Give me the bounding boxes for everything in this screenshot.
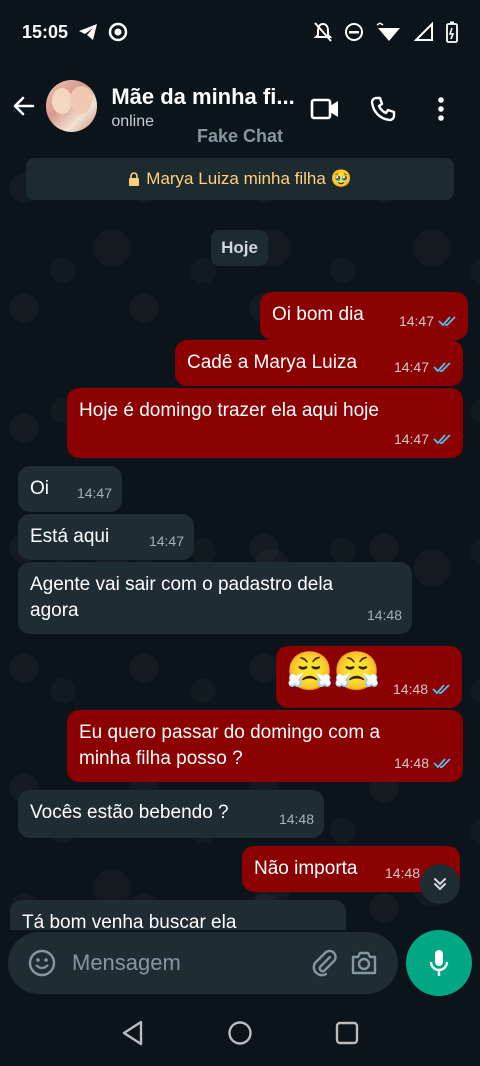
mute-icon — [314, 22, 332, 42]
nav-recents-icon[interactable] — [335, 1021, 359, 1045]
double-check-icon — [432, 684, 450, 695]
battery-icon — [446, 21, 458, 43]
message-time: 14:48 — [278, 811, 314, 827]
message-time: 14:47 — [393, 431, 429, 447]
message-time: 14:47 — [76, 485, 112, 501]
message-bubble-in[interactable]: Vocês estão bebendo ? 14:48 — [18, 790, 324, 838]
arrow-left-icon — [13, 96, 35, 116]
lock-icon — [129, 172, 140, 186]
voice-message-button[interactable] — [406, 930, 472, 996]
message-bubble-out[interactable]: Hoje é domingo trazer ela aqui hoje 14:4… — [67, 388, 463, 458]
video-call-button[interactable] — [296, 92, 354, 126]
encryption-text: Marya Luiza minha filha 🥹 — [146, 169, 352, 188]
message-bubble-out[interactable]: Cadê a Marya Luiza 14:47 — [175, 340, 463, 386]
more-vertical-icon — [438, 97, 444, 121]
message-time: 14:48 — [384, 865, 420, 881]
message-text: Agente vai sair com o padastro dela agor… — [30, 574, 334, 621]
message-bubble-in[interactable]: Agente vai sair com o padastro dela agor… — [18, 562, 412, 634]
message-bubble-out[interactable]: 😤😤 14:48 — [276, 646, 462, 708]
double-check-icon — [433, 434, 451, 445]
chat-area[interactable]: Marya Luiza minha filha 🥹 Hoje Oi bom di… — [0, 152, 480, 930]
status-time: 15:05 — [22, 21, 69, 42]
message-bubble-in[interactable]: Tá bom venha buscar ela — [10, 900, 346, 930]
date-chip: Hoje — [211, 230, 268, 266]
scroll-to-bottom-button[interactable] — [420, 864, 460, 904]
dnd-icon — [345, 23, 363, 41]
double-chevron-down-icon — [434, 878, 446, 891]
avatar[interactable] — [45, 80, 98, 132]
message-text: Está aqui — [30, 526, 110, 547]
message-time: 14:48 — [366, 607, 402, 623]
message-text: Não importa — [254, 858, 358, 879]
voice-call-button[interactable] — [354, 92, 412, 126]
phone-icon — [370, 96, 396, 122]
nav-home-icon[interactable] — [227, 1020, 253, 1046]
double-check-icon — [438, 316, 456, 327]
message-text: Hoje é domingo trazer ela aqui hoje — [79, 400, 379, 421]
message-bubble-out[interactable]: Oi bom dia 14:47 — [260, 292, 468, 340]
message-text: Oi bom dia — [272, 304, 364, 325]
record-icon — [108, 22, 128, 42]
message-text: Eu quero passar do domingo com a minha f… — [79, 722, 381, 769]
message-text: Oi — [30, 478, 49, 499]
message-time: 14:48 — [392, 681, 428, 697]
message-emoji: 😤😤 — [286, 651, 381, 693]
video-camera-icon — [310, 98, 338, 120]
watermark-label: Fake Chat — [196, 126, 284, 146]
contact-name: Mãe da minha fi... — [111, 84, 295, 109]
double-check-icon — [433, 362, 451, 373]
double-check-icon — [433, 758, 451, 769]
signal-icon — [414, 22, 433, 41]
message-text: Tá bom venha buscar ela — [22, 912, 237, 930]
nav-back-icon[interactable] — [121, 1020, 145, 1046]
emoji-button[interactable] — [22, 943, 62, 983]
camera-icon — [351, 951, 377, 975]
message-text: Vocês estão bebendo ? — [30, 802, 229, 823]
message-bubble-out[interactable]: Eu quero passar do domingo com a minha f… — [67, 710, 463, 782]
message-time: 14:47 — [398, 313, 434, 329]
smiley-icon — [28, 949, 56, 977]
system-navigation-bar — [0, 1000, 480, 1066]
paperclip-icon — [312, 949, 337, 977]
message-time: 14:48 — [393, 755, 429, 771]
wifi-icon — [376, 22, 400, 41]
status-bar: 15:05 — [0, 0, 480, 64]
message-time: 14:47 — [393, 359, 429, 375]
message-time: 14:47 — [148, 533, 184, 549]
attach-button[interactable] — [304, 943, 344, 983]
message-bubble-in[interactable]: Oi 14:47 — [18, 466, 122, 512]
telegram-icon — [79, 24, 98, 40]
message-text: Cadê a Marya Luiza — [187, 352, 358, 373]
contact-info[interactable]: Mãe da minha fi... online — [111, 84, 296, 131]
encryption-notice[interactable]: Marya Luiza minha filha 🥹 — [26, 158, 454, 200]
message-input[interactable]: Mensagem — [72, 950, 304, 976]
message-bubble-in[interactable]: Está aqui 14:47 — [18, 514, 194, 560]
more-options-button[interactable] — [412, 92, 470, 126]
camera-button[interactable] — [344, 943, 384, 983]
microphone-icon — [429, 950, 449, 976]
message-composer[interactable]: Mensagem — [8, 932, 398, 994]
